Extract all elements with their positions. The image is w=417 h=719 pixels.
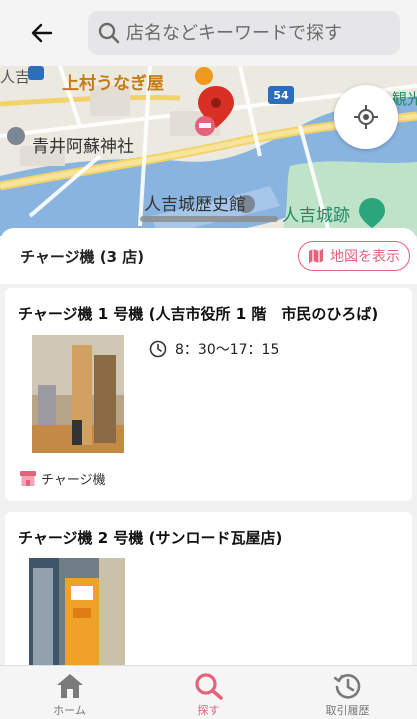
- map-label-castle-ruins[interactable]: 人吉城跡: [282, 201, 350, 226]
- nav-home-label: ホーム: [53, 704, 86, 717]
- bottom-nav: ホーム 探す 取引履歴: [0, 665, 417, 719]
- map-icon: [309, 249, 323, 263]
- store-name: チャージ機 2 号機 (サンロード瓦屋店): [18, 529, 283, 547]
- business-hours: 8：30〜17：15: [149, 339, 279, 359]
- search-icon: [96, 20, 122, 46]
- crosshair-icon: [354, 105, 378, 129]
- store-card[interactable]: チャージ機 1 号機 (人吉市役所 1 階 市民のひろば) 8：30〜17：15: [5, 288, 412, 501]
- list-title: チャージ機 (3 店): [20, 248, 145, 266]
- map-view[interactable]: 人吉 上村うなぎ屋 観光 54 青井阿蘇神社 人吉城歴史館 人吉城跡: [0, 66, 417, 236]
- nav-history-label: 取引履歴: [325, 704, 370, 717]
- map-label-aoi-shrine[interactable]: 青井阿蘇神社: [32, 132, 134, 157]
- nav-home[interactable]: ホーム: [0, 666, 139, 719]
- store-name: チャージ機 1 号機 (人吉市役所 1 階 市民のひろば): [18, 305, 379, 323]
- map-label-castle-history[interactable]: 人吉城歴史館: [144, 190, 246, 215]
- back-button[interactable]: [24, 16, 60, 50]
- sheet-header: チャージ機 (3 店) 地図を表示: [0, 228, 417, 284]
- search-icon: [194, 673, 223, 700]
- nav-search-label: 探す: [197, 704, 220, 717]
- route-badge: 54: [268, 86, 294, 104]
- category-label: チャージ機: [41, 473, 106, 488]
- top-bar: [0, 0, 417, 66]
- clock-icon: [149, 340, 167, 358]
- store-photo: [32, 335, 124, 453]
- locate-button[interactable]: [334, 85, 398, 149]
- search-input[interactable]: [126, 22, 386, 44]
- store-icon: [20, 471, 36, 486]
- map-label-unagi[interactable]: 上村うなぎ屋: [62, 69, 164, 94]
- store-card[interactable]: チャージ機 2 号機 (サンロード瓦屋店): [5, 512, 412, 665]
- history-icon: [333, 674, 360, 699]
- arrow-left-icon: [31, 23, 53, 43]
- nav-history[interactable]: 取引履歴: [278, 666, 417, 719]
- nav-search[interactable]: 探す: [139, 666, 278, 719]
- store-list-sheet: チャージ機 (3 店) 地図を表示 チャージ機 1 号機 (人吉市役所 1 階 …: [0, 228, 417, 665]
- category-tag: チャージ機: [20, 469, 106, 488]
- show-map-label: 地図を表示: [330, 249, 400, 265]
- sheet-drag-handle[interactable]: [140, 216, 278, 222]
- store-photo: [29, 558, 125, 665]
- search-bar[interactable]: [88, 11, 400, 55]
- map-label-hitoyoshi: 人吉: [0, 68, 31, 86]
- home-icon: [56, 674, 83, 698]
- hours-text: 8：30〜17：15: [175, 342, 280, 358]
- show-map-button[interactable]: 地図を表示: [298, 241, 410, 271]
